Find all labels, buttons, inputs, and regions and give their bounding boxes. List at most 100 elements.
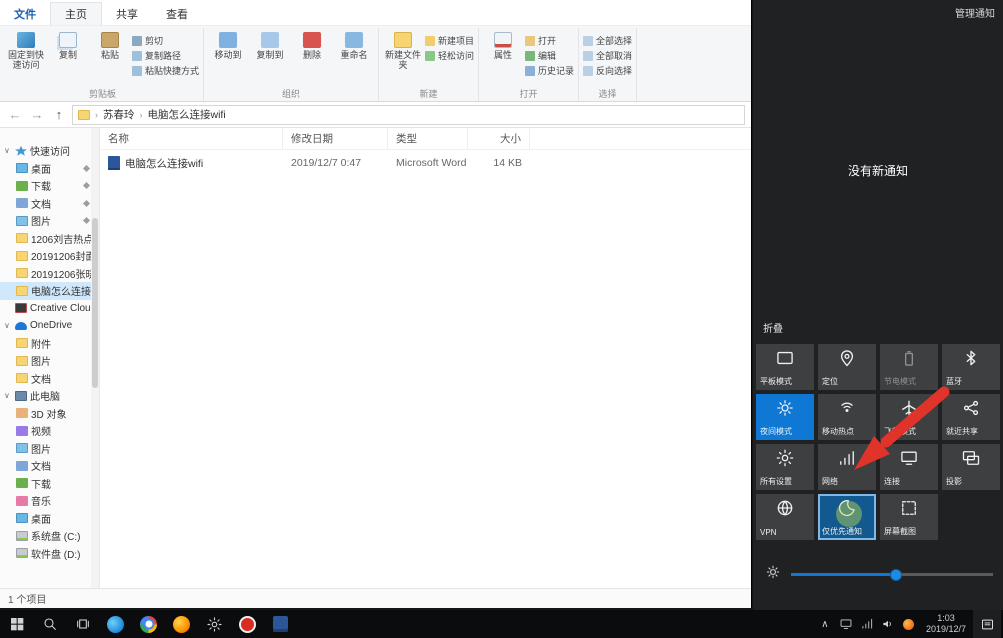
sidebar-item-music[interactable]: 音乐 <box>0 492 99 510</box>
tray-expand-chevron[interactable]: ∧ <box>815 610 835 638</box>
select-all-button[interactable]: 全部选择 <box>583 34 632 47</box>
file-row[interactable]: 电脑怎么连接wifi 2019/12/7 0:47 Microsoft Word… <box>100 153 751 173</box>
sidebar-item-drive-d[interactable]: 软件盘 (D:) <box>0 545 99 563</box>
start-button[interactable] <box>0 610 33 638</box>
sidebar-item-pc-documents[interactable]: 文档 <box>0 457 99 475</box>
sidebar-item-desktop[interactable]: 桌面 <box>0 160 99 178</box>
paste-shortcut-button[interactable]: 粘贴快捷方式 <box>132 64 199 77</box>
delete-button[interactable]: 删除 <box>292 30 332 62</box>
copy-button[interactable]: 复制 <box>48 30 88 62</box>
taskbar-app-chrome[interactable] <box>132 610 165 638</box>
sidebar-item-videos[interactable]: 视频 <box>0 422 99 440</box>
sidebar-item-folder-wifi[interactable]: 电脑怎么连接wifi <box>0 282 99 300</box>
qa-tile-location[interactable]: 定位 <box>818 344 876 390</box>
properties-button[interactable]: 属性 <box>483 30 523 62</box>
forward-button[interactable]: → <box>28 107 46 122</box>
copy-path-button[interactable]: 复制路径 <box>132 49 199 62</box>
taskbar-app-settings[interactable] <box>198 610 231 638</box>
copy-to-button[interactable]: 复制到 <box>250 30 290 62</box>
tab-view[interactable]: 查看 <box>152 3 202 25</box>
cut-button[interactable]: 剪切 <box>132 34 199 47</box>
column-header-name[interactable]: 名称 <box>100 128 283 149</box>
collapse-link[interactable]: 折叠 <box>763 320 783 335</box>
column-header-size[interactable]: 大小 <box>468 128 530 149</box>
sidebar-item-onedrive[interactable]: ∨ OneDrive <box>0 317 99 335</box>
qa-tile-night-light[interactable]: 夜间模式 <box>756 394 814 440</box>
sidebar-scrollbar[interactable] <box>91 128 99 588</box>
sidebar-item-folder-1206[interactable]: 1206刘吉热点7- <box>0 230 99 248</box>
sidebar-item-onedrive-documents[interactable]: 文档 <box>0 370 99 388</box>
brightness-slider[interactable] <box>791 573 993 576</box>
taskbar-app-firefox[interactable] <box>165 610 198 638</box>
tray-volume-icon[interactable] <box>878 610 898 638</box>
taskbar-app-word[interactable] <box>264 610 297 638</box>
sidebar-item-3d-objects[interactable]: 3D 对象 <box>0 405 99 423</box>
invert-selection-button[interactable]: 反向选择 <box>583 64 632 77</box>
easy-access-button[interactable]: 轻松访问 <box>425 49 474 62</box>
paste-button[interactable]: 粘贴 <box>90 30 130 62</box>
taskbar-app-recorder[interactable] <box>231 610 264 638</box>
sidebar-item-pictures[interactable]: 图片 <box>0 212 99 230</box>
tab-file[interactable]: 文件 <box>0 3 50 25</box>
select-none-button[interactable]: 全部取消 <box>583 49 632 62</box>
sidebar-item-this-pc[interactable]: ∨ 此电脑 <box>0 387 99 405</box>
tray-display-icon[interactable] <box>836 610 856 638</box>
sidebar-item-creative-cloud[interactable]: Creative Cloud F <box>0 300 99 318</box>
brightness-slider-thumb[interactable] <box>890 569 902 581</box>
breadcrumb-item-user[interactable]: 苏春玲 <box>103 107 135 122</box>
sidebar-item-onedrive-pictures[interactable]: 图片 <box>0 352 99 370</box>
edit-button[interactable]: 编辑 <box>525 49 574 62</box>
history-button[interactable]: 历史记录 <box>525 64 574 77</box>
address-bar: ← → ↑ › 苏春玲 › 电脑怎么连接wifi <box>0 102 751 128</box>
scrollbar-thumb[interactable] <box>92 218 98 388</box>
tab-home[interactable]: 主页 <box>50 2 102 25</box>
qa-tile-tablet-mode[interactable]: 平板模式 <box>756 344 814 390</box>
qa-tile-focus-assist[interactable]: 仅优先通知 <box>818 494 876 540</box>
back-button[interactable]: ← <box>6 107 24 122</box>
qa-tile-bluetooth[interactable]: 蓝牙 <box>942 344 1000 390</box>
column-header-type[interactable]: 类型 <box>388 128 468 149</box>
tray-network-icon[interactable] <box>857 610 877 638</box>
qa-tile-airplane-mode[interactable]: 飞行模式 <box>880 394 938 440</box>
manage-notifications-link[interactable]: 管理通知 <box>955 5 995 20</box>
sidebar-item-drive-c[interactable]: 系统盘 (C:) <box>0 527 99 545</box>
action-center-button[interactable] <box>973 610 1001 638</box>
qa-tile-project[interactable]: 投影 <box>942 444 1000 490</box>
qa-tile-network[interactable]: 网络 <box>818 444 876 490</box>
qa-tile-vpn[interactable]: VPN <box>756 494 814 540</box>
move-to-button[interactable]: 移动到 <box>208 30 248 62</box>
qa-tile-screen-snip[interactable]: 屏幕截图 <box>880 494 938 540</box>
tab-share[interactable]: 共享 <box>102 3 152 25</box>
bluetooth-icon <box>961 348 981 368</box>
up-button[interactable]: ↑ <box>50 107 68 122</box>
new-folder-button[interactable]: 新建文件夹 <box>383 30 423 73</box>
qa-tile-mobile-hotspot[interactable]: 移动热点 <box>818 394 876 440</box>
qa-tile-connect[interactable]: 连接 <box>880 444 938 490</box>
taskbar-clock[interactable]: 1:03 2019/12/7 <box>920 613 972 635</box>
sidebar-item-folder-cover[interactable]: 20191206封面 <box>0 247 99 265</box>
qa-tile-all-settings[interactable]: 所有设置 <box>756 444 814 490</box>
open-button[interactable]: 打开 <box>525 34 574 47</box>
sidebar-item-pc-pictures[interactable]: 图片 <box>0 440 99 458</box>
sidebar-item-attachments[interactable]: 附件 <box>0 335 99 353</box>
sidebar-item-pc-desktop[interactable]: 桌面 <box>0 510 99 528</box>
taskbar-app-edge[interactable] <box>99 610 132 638</box>
qa-tile-battery-saver[interactable]: 节电模式 <box>880 344 938 390</box>
tray-app-icon[interactable] <box>899 610 919 638</box>
rename-button[interactable]: 重命名 <box>334 30 374 62</box>
sidebar-item-label: 文档 <box>31 458 51 473</box>
sidebar-item-folder-zhang[interactable]: 20191206张晓 <box>0 265 99 283</box>
sidebar-item-downloads[interactable]: 下载 <box>0 177 99 195</box>
column-header-date-modified[interactable]: 修改日期 <box>283 128 388 149</box>
task-view-button[interactable] <box>66 610 99 638</box>
new-item-button[interactable]: 新建项目 <box>425 34 474 47</box>
qa-tile-nearby-sharing[interactable]: 就近共享 <box>942 394 1000 440</box>
sidebar-item-quick-access[interactable]: ∨ 快速访问 <box>0 142 99 160</box>
sidebar-item-pc-downloads[interactable]: 下载 <box>0 475 99 493</box>
search-button[interactable] <box>33 610 66 638</box>
address-input[interactable]: › 苏春玲 › 电脑怎么连接wifi <box>72 105 745 125</box>
breadcrumb-item-folder[interactable]: 电脑怎么连接wifi <box>148 107 226 122</box>
pin-indicator-icon <box>83 165 90 172</box>
sidebar-item-documents[interactable]: 文档 <box>0 195 99 213</box>
pin-to-quick-access-button[interactable]: 固定到快速访问 <box>6 30 46 73</box>
